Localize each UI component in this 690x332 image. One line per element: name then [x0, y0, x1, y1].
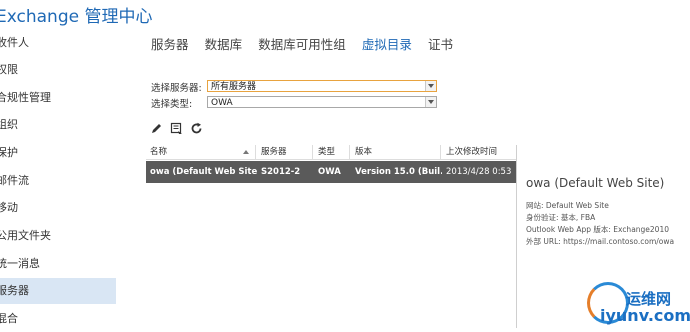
nav-item-label: 统一消息: [0, 257, 40, 270]
tab-dag[interactable]: 数据库可用性组: [258, 34, 346, 53]
details-external-url: 外部 URL: https://mail.contoso.com/owa: [526, 237, 675, 246]
chevron-down-icon[interactable]: [425, 81, 436, 91]
cell-name: owa (Default Web Site): [150, 167, 257, 177]
cell-version: Version 15.0 (Buil...: [355, 167, 442, 177]
nav-item-label: 权限: [0, 63, 18, 76]
tab-bar: 服务器 数据库 数据库可用性组 虚拟目录 证书: [151, 34, 464, 52]
chevron-down-icon[interactable]: [425, 97, 436, 107]
nav-item-label: 公用文件夹: [0, 229, 51, 242]
details-title: owa (Default Web Site): [526, 176, 665, 190]
nav-item-compliance[interactable]: 合规性管理: [0, 85, 116, 111]
cell-server: S2012-2: [261, 167, 301, 177]
nav-item-hybrid[interactable]: 混合: [0, 306, 116, 332]
app-title: Exchange 管理中心: [0, 7, 153, 27]
column-header-type[interactable]: 类型: [314, 145, 350, 159]
nav-item-label: 合规性管理: [0, 91, 51, 104]
tab-databases[interactable]: 数据库: [205, 34, 243, 53]
column-header-modified[interactable]: 上次修改时间: [442, 145, 517, 159]
nav-item-label: 组织: [0, 118, 18, 131]
column-header-label: 名称: [150, 147, 168, 157]
server-select-value: 所有服务器: [211, 82, 257, 92]
nav-item-permissions[interactable]: 权限: [0, 57, 116, 83]
pane-divider: [516, 145, 517, 328]
nav-item-organization[interactable]: 组织: [0, 112, 116, 138]
nav-item-label: 混合: [0, 312, 18, 325]
nav-item-label: 移动: [0, 201, 18, 214]
nav-item-label: 保护: [0, 146, 18, 159]
type-select-value: OWA: [211, 98, 233, 108]
sort-ascending-icon: [243, 150, 249, 154]
column-header-server[interactable]: 服务器: [257, 145, 313, 159]
tab-servers[interactable]: 服务器: [151, 34, 189, 53]
column-header-version[interactable]: 版本: [351, 145, 441, 159]
details-owa-version: Outlook Web App 版本: Exchange2010: [526, 225, 670, 234]
nav-item-unified-messaging[interactable]: 统一消息: [0, 251, 116, 277]
cell-modified: 2013/4/28 0:53: [446, 167, 512, 177]
details-authentication: 身份验证: 基本, FBA: [526, 213, 596, 222]
nav-item-protection[interactable]: 保护: [0, 140, 116, 166]
edit-icon[interactable]: [150, 122, 163, 135]
nav-item-recipients[interactable]: 收件人: [0, 30, 116, 56]
left-navigation: 收件人 权限 合规性管理 组织 保护 邮件流 移动 公用文件夹 统一消息 服务器…: [0, 30, 116, 328]
type-select-label: 选择类型:: [151, 99, 193, 110]
tab-certificates[interactable]: 证书: [428, 34, 453, 53]
properties-icon[interactable]: [170, 122, 183, 135]
nav-item-public-folders[interactable]: 公用文件夹: [0, 223, 116, 249]
refresh-icon[interactable]: [190, 122, 203, 135]
nav-item-mobile[interactable]: 移动: [0, 195, 116, 221]
watermark-domain: iyunv.com: [600, 306, 690, 325]
cell-type: OWA: [318, 167, 341, 177]
nav-item-mail-flow[interactable]: 邮件流: [0, 168, 116, 194]
nav-item-label: 邮件流: [0, 174, 29, 187]
tab-virtual-directories[interactable]: 虚拟目录: [362, 34, 412, 53]
type-select[interactable]: OWA: [207, 96, 437, 108]
table-header: 名称 服务器 类型 版本 上次修改时间: [146, 145, 517, 160]
column-header-name[interactable]: 名称: [146, 145, 256, 159]
details-website: 网站: Default Web Site: [526, 201, 609, 210]
nav-item-label: 服务器: [0, 284, 29, 297]
table-row[interactable]: owa (Default Web Site) S2012-2 OWA Versi…: [146, 161, 517, 183]
server-select[interactable]: 所有服务器: [207, 80, 437, 92]
details-pane: owa (Default Web Site) 网站: Default Web S…: [526, 176, 690, 248]
nav-item-label: 收件人: [0, 36, 29, 49]
server-select-label: 选择服务器:: [151, 83, 202, 94]
nav-item-servers[interactable]: 服务器: [0, 278, 116, 304]
